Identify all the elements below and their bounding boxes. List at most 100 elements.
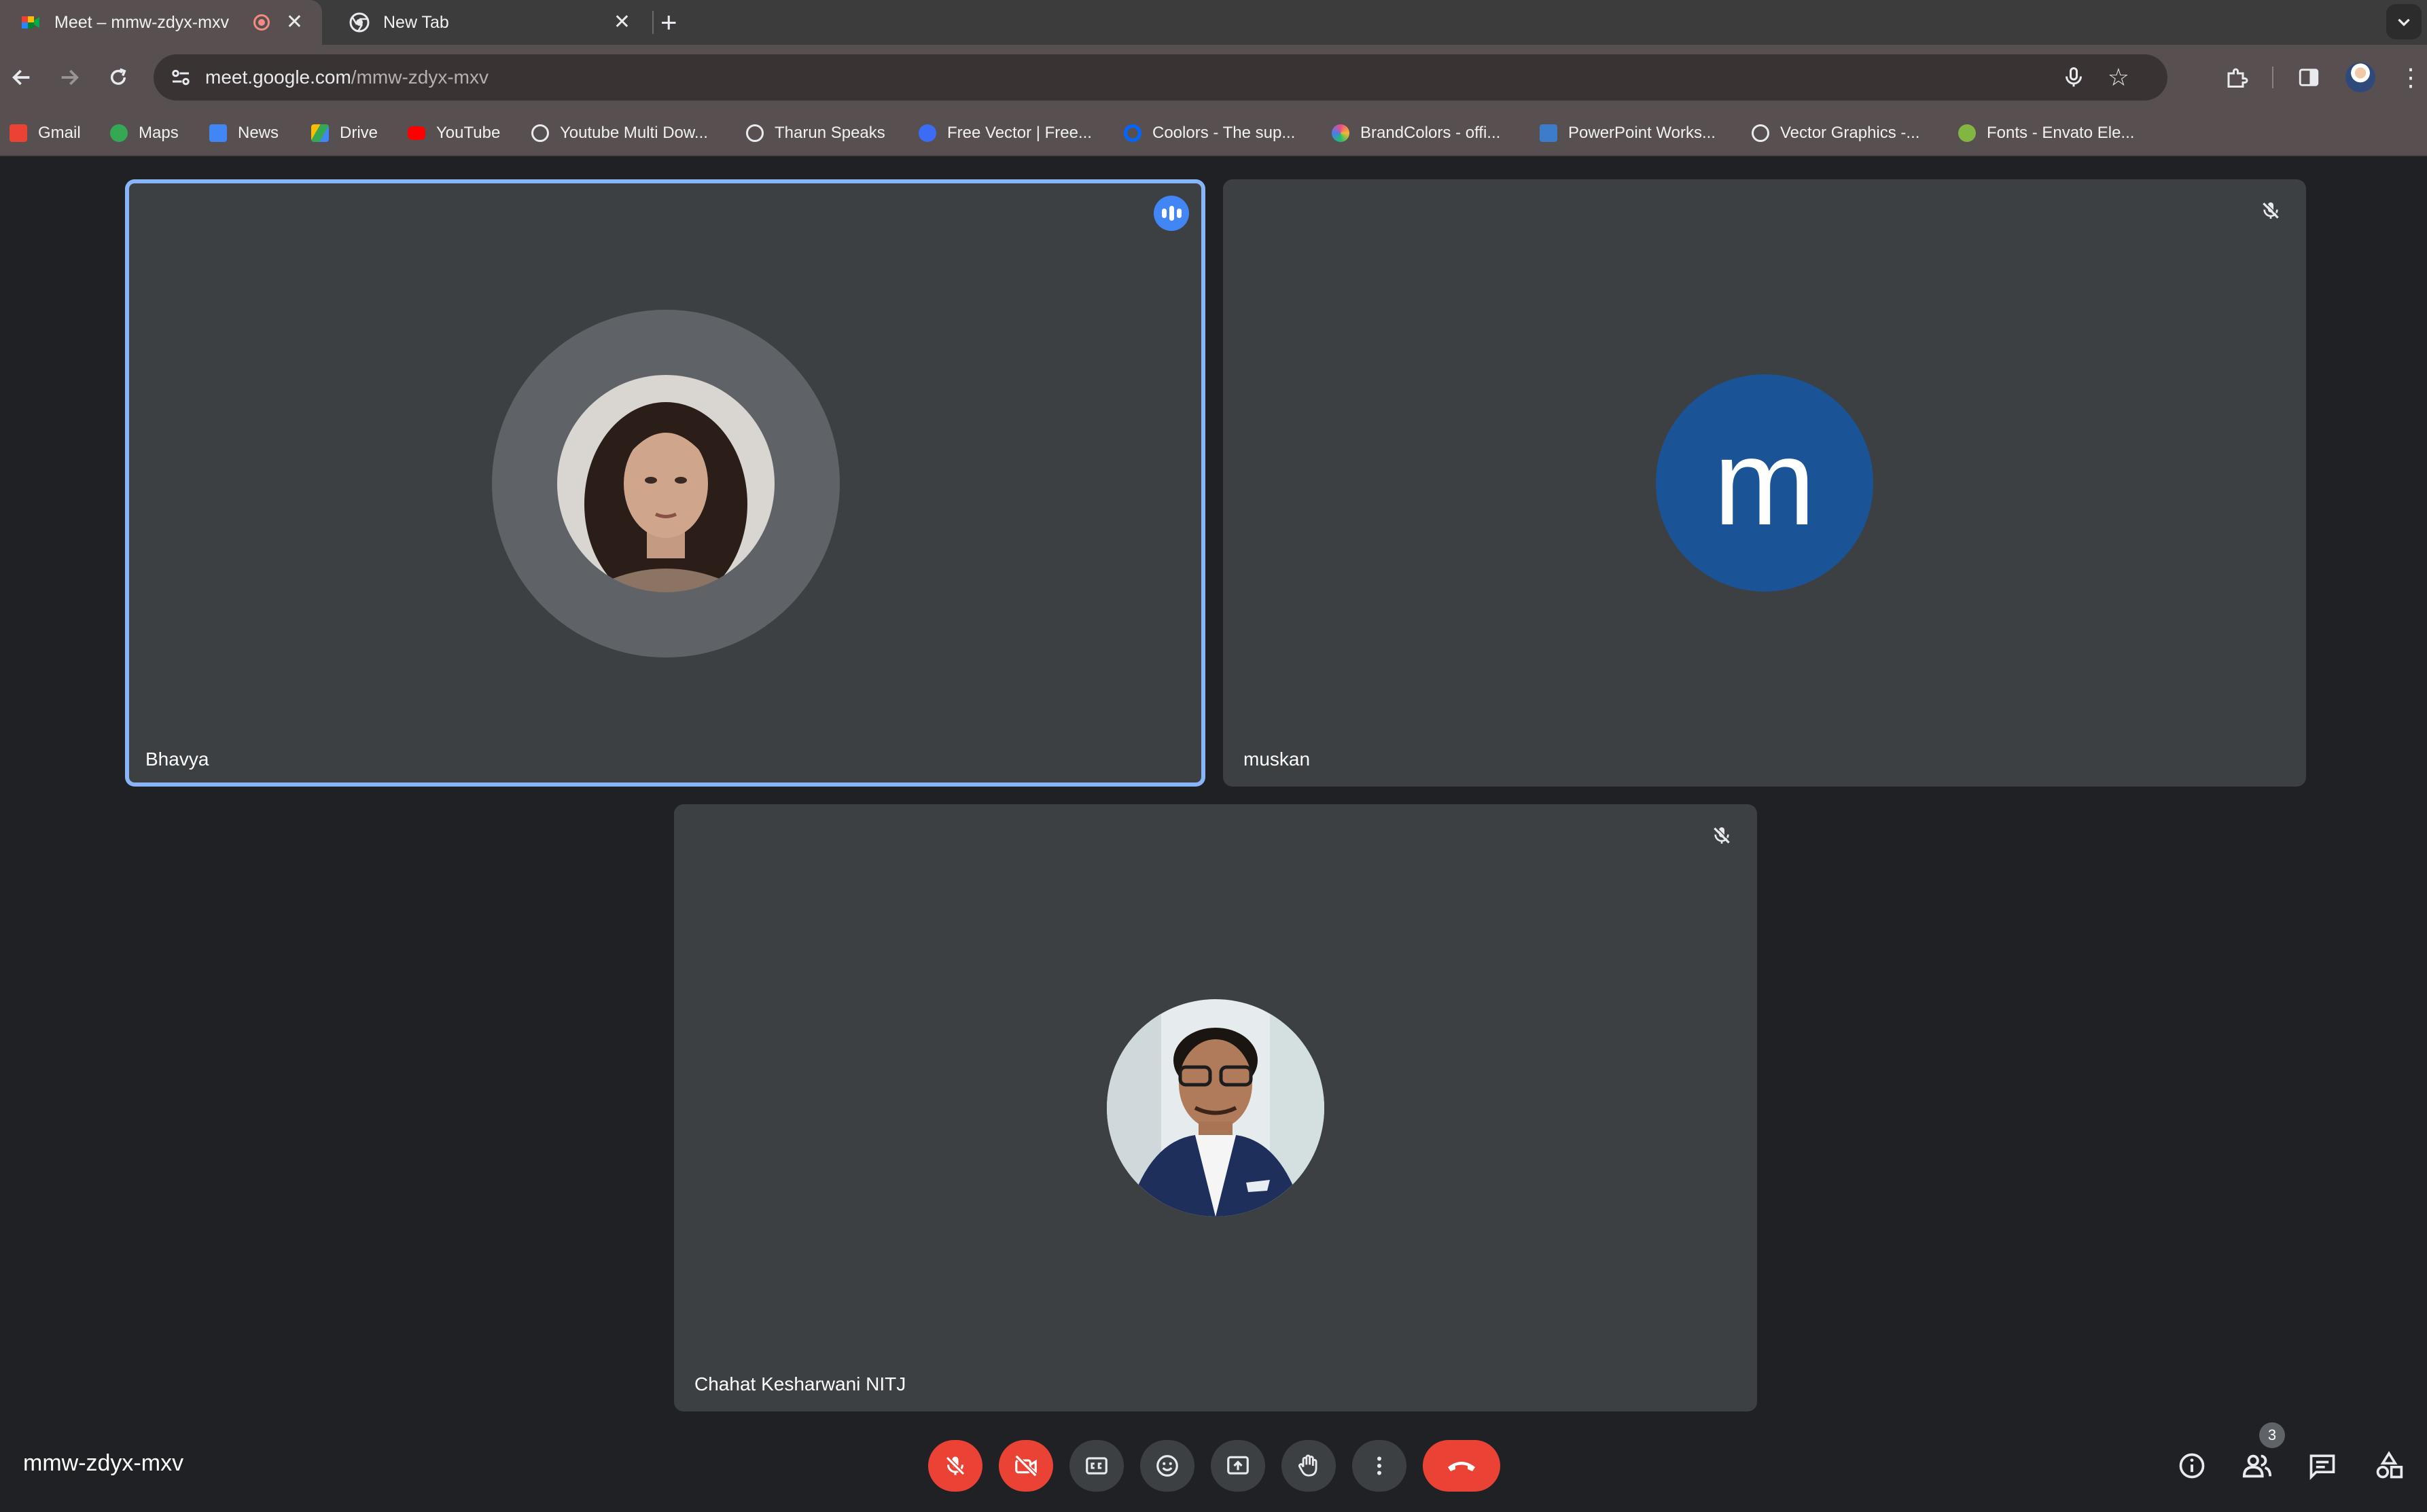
chevron-down-icon [2398, 18, 2410, 26]
speaking-indicator-icon [1154, 196, 1189, 231]
forward-button[interactable] [52, 60, 87, 95]
bookmark-label: Gmail [38, 124, 81, 142]
gmail-icon [10, 124, 27, 142]
address-bar[interactable]: meet.google.com/mmw-zdyx-mxv ☆ [154, 54, 2167, 101]
bookmark-label: Drive [340, 124, 378, 142]
close-tab-icon[interactable]: ✕ [286, 12, 303, 33]
forward-arrow-icon [61, 69, 79, 86]
reload-icon [110, 68, 126, 85]
bookmark-label: Maps [139, 124, 179, 142]
chrome-icon [349, 12, 370, 33]
back-button[interactable] [4, 60, 39, 95]
bookmark-envato-fonts[interactable]: Fonts - Envato Ele... [1958, 110, 2134, 156]
muted-mic-icon [1708, 822, 1735, 849]
bookmark-tharun-speaks[interactable]: Tharun Speaks [746, 110, 885, 156]
closed-captions-icon [1086, 1457, 1108, 1475]
bookmark-label: Fonts - Envato Ele... [1987, 124, 2135, 142]
people-icon [2242, 1454, 2272, 1478]
bookmark-label: YouTube [436, 124, 501, 142]
new-tab-button[interactable]: + [660, 4, 677, 41]
bookmark-label: Youtube Multi Dow... [560, 124, 708, 142]
more-options-button[interactable] [1352, 1440, 1406, 1492]
participant-count-badge: 3 [2259, 1422, 2285, 1448]
bookmark-star-icon[interactable]: ☆ [2108, 64, 2129, 91]
chat-button[interactable] [2305, 1448, 2340, 1483]
bookmark-youtube-multi[interactable]: Youtube Multi Dow... [531, 110, 708, 156]
participant-name: muskan [1243, 749, 1311, 770]
participant-photo [557, 375, 775, 592]
bookmark-label: News [238, 124, 279, 142]
drive-icon [311, 124, 329, 142]
url-host: meet.google.com [205, 67, 351, 88]
puzzle-icon [2227, 68, 2248, 88]
bookmark-maps[interactable]: Maps [110, 110, 179, 156]
activities-button[interactable] [2371, 1448, 2407, 1483]
bookmark-coolors[interactable]: Coolors - The sup... [1124, 110, 1295, 156]
voice-search-icon[interactable] [2061, 65, 2086, 90]
camera-toggle-button[interactable] [999, 1440, 1053, 1492]
present-screen-button[interactable] [1211, 1440, 1265, 1492]
reactions-button[interactable] [1140, 1440, 1194, 1492]
people-button[interactable] [2239, 1448, 2275, 1483]
reload-button[interactable] [101, 60, 136, 95]
emoji-icon [1156, 1455, 1178, 1477]
more-vert-icon [1377, 1456, 1381, 1475]
meeting-details-button[interactable] [2174, 1448, 2210, 1483]
participant-tile-chahat[interactable]: Chahat Kesharwani NITJ [674, 804, 1757, 1411]
brandcolors-icon [1332, 124, 1349, 142]
info-icon [2179, 1453, 2205, 1479]
site-info-icon[interactable] [169, 65, 193, 90]
bookmark-news[interactable]: News [209, 110, 279, 156]
bookmark-gmail[interactable]: Gmail [10, 110, 81, 156]
activities-icon [2376, 1451, 2403, 1479]
browser-toolbar: meet.google.com/mmw-zdyx-mxv ☆ ⋮ [0, 45, 2427, 110]
maps-icon [110, 124, 128, 142]
avatar [1107, 999, 1324, 1217]
raise-hand-button[interactable] [1281, 1440, 1336, 1492]
globe-icon [1752, 124, 1769, 142]
extensions-button[interactable] [2223, 64, 2250, 91]
captions-button[interactable] [1069, 1440, 1124, 1492]
bookmark-drive[interactable]: Drive [311, 110, 378, 156]
globe-icon [531, 124, 549, 142]
freepik-icon [919, 124, 936, 142]
news-icon [209, 124, 227, 142]
hang-up-icon [1448, 1462, 1475, 1471]
camera-off-icon [1014, 1454, 1038, 1477]
tab-divider [652, 11, 654, 34]
bookmark-free-vector[interactable]: Free Vector | Free... [919, 110, 1092, 156]
participant-photo [1107, 999, 1324, 1217]
tab-search-button[interactable] [2386, 4, 2422, 39]
google-meet-icon [22, 16, 39, 29]
avatar [557, 375, 775, 592]
meeting-code: mmw-zdyx-mxv [23, 1450, 184, 1476]
muted-mic-icon [2257, 197, 2284, 224]
participant-name: Bhavya [145, 749, 209, 770]
tab-strip: Meet – mmw-zdyx-mxv ✕ New Tab ✕ + [0, 0, 2427, 45]
chat-icon [2309, 1454, 2335, 1480]
bookmark-powerpoint[interactable]: PowerPoint Works... [1540, 110, 1716, 156]
browser-menu-icon[interactable]: ⋮ [2398, 62, 2423, 92]
leave-call-button[interactable] [1423, 1440, 1500, 1492]
profile-avatar[interactable] [2345, 62, 2375, 92]
participant-tile-bhavya[interactable]: Bhavya [125, 179, 1205, 787]
side-panel-button[interactable] [2295, 64, 2322, 91]
bookmark-brandcolors[interactable]: BrandColors - offi... [1332, 110, 1500, 156]
microphone-toggle-button[interactable] [928, 1440, 982, 1492]
participant-tile-muskan[interactable]: m muskan [1223, 179, 2306, 787]
youtube-icon [408, 126, 425, 140]
bookmark-vector-graphics[interactable]: Vector Graphics -... [1752, 110, 1919, 156]
raise-hand-icon [1298, 1454, 1317, 1477]
close-tab-icon[interactable]: ✕ [614, 12, 631, 33]
tab-meet[interactable]: Meet – mmw-zdyx-mxv ✕ [0, 0, 322, 45]
bookmark-label: Tharun Speaks [775, 124, 885, 142]
url-path: /mmw-zdyx-mxv [351, 67, 489, 88]
coolors-icon [1124, 124, 1141, 142]
present-screen-icon [1227, 1456, 1249, 1475]
mic-off-icon [945, 1456, 966, 1476]
tab-new-tab[interactable]: New Tab ✕ [329, 0, 650, 45]
globe-icon [746, 124, 764, 142]
side-panel-icon [2299, 69, 2319, 86]
recording-icon [253, 14, 270, 31]
bookmark-youtube[interactable]: YouTube [408, 110, 500, 156]
